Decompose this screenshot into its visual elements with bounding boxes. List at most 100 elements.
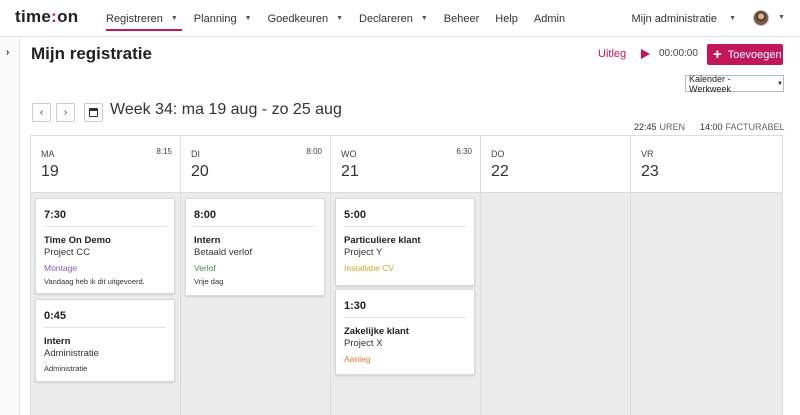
nav-item-help[interactable]: Help xyxy=(487,0,526,37)
day-number: 20 xyxy=(191,163,209,180)
chevron-down-icon: ▼ xyxy=(777,80,783,87)
chevron-down-icon: ▼ xyxy=(170,15,178,22)
time-entry-card[interactable]: 0:45 Intern Administratie Administratie xyxy=(35,299,175,382)
divider xyxy=(194,226,316,227)
entry-activity: Verlof xyxy=(194,263,216,273)
day-name: VR xyxy=(641,149,654,159)
view-select[interactable]: Kalender - Werkweek ▼ xyxy=(685,73,784,94)
entry-duration: 1:30 xyxy=(344,300,367,312)
logo-text-on: on xyxy=(57,7,79,26)
entry-project: Project Y xyxy=(344,247,383,258)
nav-label: Registreren xyxy=(106,12,163,25)
chevron-down-icon: ▼ xyxy=(336,15,344,22)
timer-display: 00:00:00 xyxy=(659,48,698,59)
day-body[interactable]: 5:00 Particuliere klant Project Y Instal… xyxy=(331,193,480,415)
help-link[interactable]: Uitleg xyxy=(598,48,626,60)
time-entry-card[interactable]: 5:00 Particuliere klant Project Y Instal… xyxy=(335,198,475,286)
total-hours-value: 22:45 xyxy=(634,122,657,132)
time-entry-card[interactable]: 1:30 Zakelijke klant Project X Aanleg xyxy=(335,289,475,375)
day-total-hours: 6:30 xyxy=(456,147,472,156)
day-header[interactable]: VR 23 xyxy=(631,136,782,193)
entry-duration: 7:30 xyxy=(44,209,67,221)
day-header[interactable]: DO 22 xyxy=(481,136,630,193)
day-number: 23 xyxy=(641,163,659,180)
page-title: Mijn registratie xyxy=(31,44,152,63)
previous-week-button[interactable]: ‹ xyxy=(32,103,51,122)
nav-label: Goedkeuren xyxy=(267,12,329,25)
entry-note: Vrije dag xyxy=(194,277,224,286)
play-icon[interactable] xyxy=(641,49,650,59)
nav-label: Help xyxy=(495,12,518,25)
nav-item-admin[interactable]: Admin xyxy=(526,0,573,37)
nav-label: Beheer xyxy=(443,12,480,25)
entry-project: Administratie xyxy=(44,348,99,359)
day-header[interactable]: DI 20 8:00 xyxy=(181,136,330,193)
entry-project: Project CC xyxy=(44,247,90,258)
user-avatar[interactable] xyxy=(753,10,769,26)
day-number: 22 xyxy=(491,163,509,180)
logo-text-time: time xyxy=(15,7,52,26)
chevron-down-icon: ▼ xyxy=(729,15,736,22)
day-column-vr: VR 23 xyxy=(631,136,782,415)
total-hours: 22:45 UREN xyxy=(634,122,685,132)
divider xyxy=(44,226,166,227)
day-name: MA xyxy=(41,149,55,159)
entry-client: Intern xyxy=(44,336,71,347)
nav-label: Admin xyxy=(533,12,566,25)
next-week-button[interactable]: › xyxy=(56,103,75,122)
nav-item-goedkeuren[interactable]: Goedkeuren ▼ xyxy=(260,0,351,37)
administration-switcher[interactable]: Mijn administratie ▼ xyxy=(631,0,736,37)
entry-duration: 8:00 xyxy=(194,209,217,221)
day-body[interactable]: 8:00 Intern Betaald verlof Verlof Vrije … xyxy=(181,193,330,415)
app-logo[interactable]: time:on xyxy=(15,7,79,27)
entry-client: Particuliere klant xyxy=(344,235,421,246)
chevron-down-icon: ▼ xyxy=(420,15,428,22)
day-number: 19 xyxy=(41,163,59,180)
plus-icon: + xyxy=(713,46,722,63)
chevron-down-icon: ▼ xyxy=(244,15,252,22)
nav-label: Declareren xyxy=(359,12,413,25)
time-entry-card[interactable]: 8:00 Intern Betaald verlof Verlof Vrije … xyxy=(185,198,325,296)
divider xyxy=(344,317,466,318)
day-name: DO xyxy=(491,149,505,159)
nav-item-beheer[interactable]: Beheer xyxy=(436,0,487,37)
day-total-hours: 8:15 xyxy=(156,147,172,156)
day-header[interactable]: WO 21 6:30 xyxy=(331,136,480,193)
day-number: 21 xyxy=(341,163,359,180)
billable-hours-value: 14:00 xyxy=(700,122,723,132)
day-column-ma: MA 19 8:15 7:30 Time On Demo Project CC … xyxy=(31,136,181,415)
add-button-label: Toevoegen xyxy=(727,48,782,61)
entry-activity: Administratie xyxy=(44,364,88,373)
day-name: WO xyxy=(341,149,357,159)
add-button[interactable]: + Toevoegen xyxy=(707,44,783,65)
day-total-hours: 8:00 xyxy=(306,147,322,156)
chevron-right-icon[interactable]: › xyxy=(6,47,9,58)
day-column-di: DI 20 8:00 8:00 Intern Betaald verlof Ve… xyxy=(181,136,331,415)
top-navigation-bar: time:on Registreren ▼ Planning ▼ Goedkeure… xyxy=(0,0,800,37)
administration-label: Mijn administratie xyxy=(631,12,718,25)
nav-item-declareren[interactable]: Declareren ▼ xyxy=(351,0,436,37)
chevron-down-icon[interactable]: ▼ xyxy=(778,14,785,21)
day-body[interactable] xyxy=(481,193,630,415)
day-body[interactable]: 7:30 Time On Demo Project CC Montage Van… xyxy=(31,193,180,415)
day-column-wo: WO 21 6:30 5:00 Particuliere klant Proje… xyxy=(331,136,481,415)
calendar-icon xyxy=(89,108,98,117)
chevron-right-icon: › xyxy=(63,107,68,118)
nav-item-planning[interactable]: Planning ▼ xyxy=(186,0,260,37)
divider xyxy=(44,327,166,328)
week-title: Week 34: ma 19 aug - zo 25 aug xyxy=(110,101,342,118)
entry-client: Intern xyxy=(194,235,221,246)
time-entry-card[interactable]: 7:30 Time On Demo Project CC Montage Van… xyxy=(35,198,175,294)
day-name: DI xyxy=(191,149,200,159)
main-nav: Registreren ▼ Planning ▼ Goedkeuren ▼ Decla… xyxy=(98,0,573,37)
day-header[interactable]: MA 19 8:15 xyxy=(31,136,180,193)
nav-label: Planning xyxy=(193,12,237,25)
day-column-do: DO 22 xyxy=(481,136,631,415)
view-select-value: Kalender - Werkweek xyxy=(689,73,731,94)
day-body[interactable] xyxy=(631,193,782,415)
entry-client: Time On Demo xyxy=(44,235,111,246)
nav-item-registreren[interactable]: Registreren ▼ xyxy=(98,0,186,37)
total-hours-unit: UREN xyxy=(659,122,686,132)
date-picker-button[interactable] xyxy=(84,103,103,122)
week-calendar: MA 19 8:15 7:30 Time On Demo Project CC … xyxy=(30,135,783,415)
